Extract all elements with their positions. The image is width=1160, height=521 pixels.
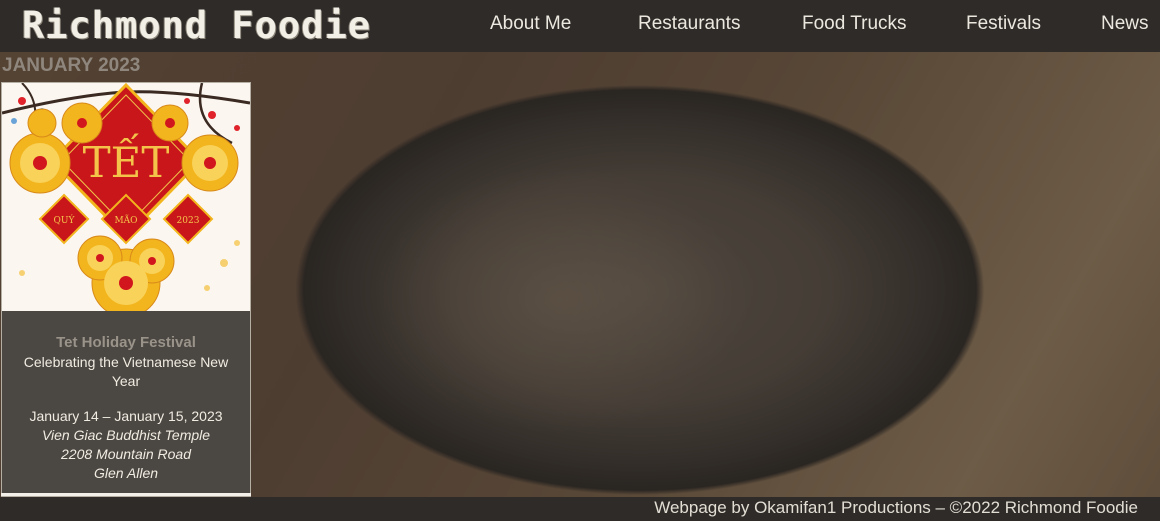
- site-footer: Webpage by Okamifan1 Productions – ©2022…: [0, 497, 1160, 521]
- card-divider: [1, 493, 251, 496]
- event-dates: January 14 – January 15, 2023: [29, 408, 223, 424]
- poster-year-right: 2023: [177, 216, 200, 226]
- nav-item-restaurants[interactable]: Restaurants: [638, 13, 740, 35]
- nav-item-about-me[interactable]: About Me: [490, 13, 571, 35]
- month-heading: JANUARY 2023: [2, 55, 141, 76]
- event-title[interactable]: Tet Holiday Festival: [2, 333, 250, 353]
- event-address: 2208 Mountain Road: [61, 446, 191, 462]
- nav-item-food-trucks[interactable]: Food Trucks: [802, 13, 907, 35]
- main-nav: About Me Restaurants Food Trucks Festiva…: [0, 0, 1160, 52]
- nav-item-festivals[interactable]: Festivals: [966, 13, 1041, 35]
- site-header: Richmond Foodie About Me Restaurants Foo…: [0, 0, 1160, 52]
- event-poster: TẾT QUÝ MÃO 2023: [2, 83, 250, 311]
- nav-item-news[interactable]: News: [1101, 13, 1149, 35]
- event-venue: Vien Giac Buddhist Temple: [41, 427, 211, 443]
- event-city: Glen Allen: [93, 465, 159, 481]
- event-card[interactable]: TẾT QUÝ MÃO 2023 Tet Holiday Festival Ce…: [1, 82, 251, 497]
- event-details: Tet Holiday Festival Celebrating the Vie…: [2, 333, 250, 483]
- poster-year-left: QUÝ: [54, 214, 76, 226]
- poster-year-mid: MÃO: [114, 214, 137, 226]
- tet-poster-illustration: TẾT QUÝ MÃO 2023: [2, 83, 250, 311]
- poster-title-text: TẾT: [83, 132, 170, 187]
- footer-credit: Webpage by Okamifan1 Productions – ©2022…: [654, 498, 1138, 517]
- event-subtitle: Celebrating the Vietnamese New Year: [23, 354, 229, 389]
